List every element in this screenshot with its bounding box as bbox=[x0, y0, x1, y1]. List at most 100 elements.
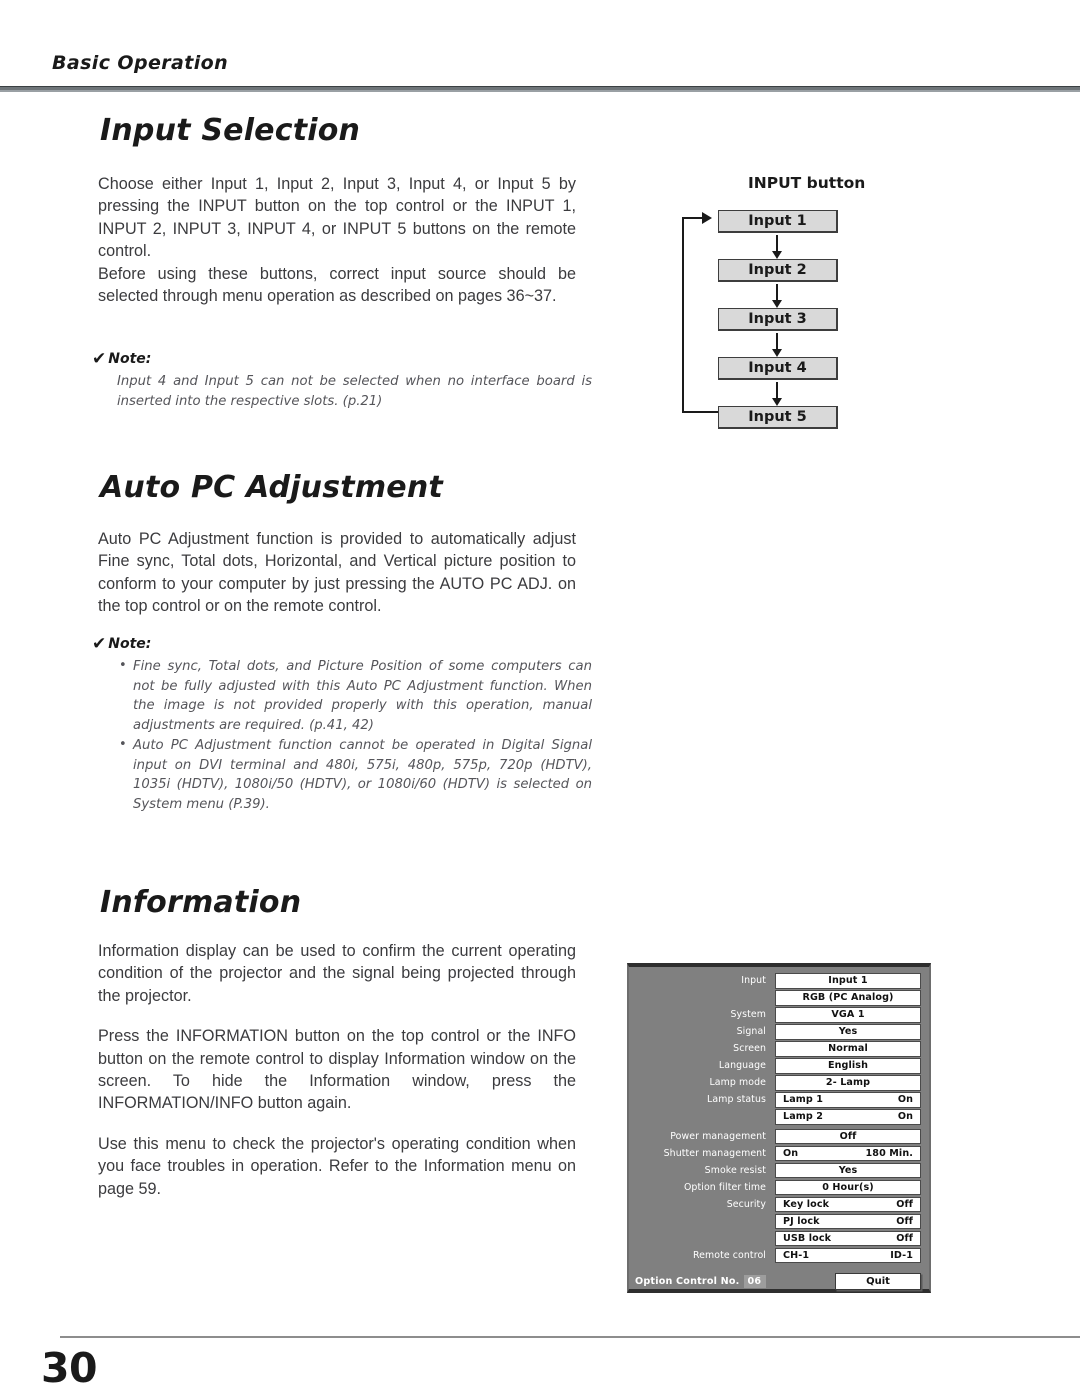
note-text: Input 4 and Input 5 can not be selected … bbox=[117, 374, 592, 409]
option-control-label: Option Control No. bbox=[635, 1275, 740, 1287]
paragraph: Press the INFORMATION button on the top … bbox=[98, 1027, 576, 1113]
info-row: Lamp 2 On bbox=[635, 1109, 921, 1125]
paragraph: Use this menu to check the projector's o… bbox=[98, 1134, 576, 1198]
note-label: Note: bbox=[108, 351, 152, 367]
info-row-label: Lamp status bbox=[707, 1094, 766, 1106]
info-row: USB lock Off bbox=[635, 1230, 921, 1246]
info-row-value: Lamp 2 On bbox=[775, 1109, 921, 1125]
page-number: 30 bbox=[41, 1344, 98, 1392]
info-row-label: Input bbox=[741, 975, 766, 987]
info-value-right: On bbox=[897, 1111, 913, 1123]
flow-arrow-3-to-4 bbox=[771, 333, 784, 357]
note-bullet-item: Fine sync, Total dots, and Picture Posit… bbox=[117, 656, 592, 735]
note-input-selection: ✔ Note: Input 4 and Input 5 can not be se… bbox=[92, 348, 592, 411]
running-head: Basic Operation bbox=[52, 52, 229, 74]
section-heading-information: Information bbox=[100, 885, 302, 920]
info-row: Remote control CH-1 ID-1 bbox=[635, 1247, 921, 1263]
info-row-label: Language bbox=[718, 1060, 766, 1072]
info-row-label: Screen bbox=[733, 1043, 766, 1055]
info-row-value: 2- Lamp bbox=[775, 1075, 921, 1091]
flow-box-input-4: Input 4 bbox=[718, 357, 838, 380]
info-row-value: Key lock Off bbox=[775, 1196, 921, 1212]
section-heading-auto-pc-adjustment: Auto PC Adjustment bbox=[100, 470, 443, 505]
info-row: Lamp status Lamp 1 On bbox=[635, 1092, 921, 1108]
note-title: ✔ Note: bbox=[92, 633, 592, 654]
input-button-flow-diagram: INPUT button Input 1 Input 2 Input 3 Inp… bbox=[682, 174, 980, 434]
info-row-label: Shutter management bbox=[663, 1147, 766, 1159]
auto-pc-adjustment-body: Auto PC Adjustment function is provided … bbox=[98, 528, 576, 618]
info-row-value: 0 Hour(s) bbox=[775, 1179, 921, 1195]
info-value-left: CH-1 bbox=[783, 1249, 810, 1261]
info-row-label: Option filter time bbox=[683, 1181, 766, 1193]
information-footer: Option Control No. 06 Quit bbox=[635, 1272, 921, 1290]
paragraph: Information display can be used to confi… bbox=[98, 942, 576, 1005]
loop-arrow-to-input1 bbox=[682, 211, 712, 225]
info-row-label: Lamp mode bbox=[709, 1077, 766, 1089]
loop-line-bottom bbox=[682, 411, 720, 414]
info-row-label: Signal bbox=[736, 1026, 766, 1038]
info-row-value: Input 1 bbox=[775, 973, 921, 989]
option-control-number: Option Control No. 06 bbox=[635, 1274, 767, 1288]
checkmark-icon: ✔ bbox=[92, 634, 107, 654]
note-bullet-item: Auto PC Adjustment function cannot be op… bbox=[117, 735, 592, 814]
info-value-right: Off bbox=[896, 1215, 913, 1227]
info-row-label: Security bbox=[726, 1198, 766, 1210]
flow-arrow-2-to-3 bbox=[771, 284, 784, 308]
info-value-right: 180 Min. bbox=[865, 1147, 913, 1159]
note-auto-pc-adjustment: ✔Note: Fine sync, Total dots, and Pictur… bbox=[92, 633, 592, 815]
info-row: RGB (PC Analog) bbox=[635, 990, 921, 1006]
info-value-right: Off bbox=[896, 1232, 913, 1244]
flow-box-input-2: Input 2 bbox=[718, 259, 838, 282]
info-row-value: Yes bbox=[775, 1162, 921, 1178]
flow-box-input-3: Input 3 bbox=[718, 308, 838, 331]
checkmark-icon: ✔ bbox=[92, 349, 107, 369]
input-selection-body: Choose either Input 1, Input 2, Input 3,… bbox=[98, 173, 576, 307]
info-row: Security Key lock Off bbox=[635, 1196, 921, 1212]
information-osd-panel: Input Input 1 RGB (PC Analog) System VGA 1 Si… bbox=[627, 963, 931, 1293]
paragraph: Before using these buttons, correct inpu… bbox=[98, 264, 576, 306]
info-row-value: Off bbox=[775, 1128, 921, 1144]
note-title: ✔ Note: bbox=[92, 348, 592, 369]
info-row: PJ lock Off bbox=[635, 1213, 921, 1229]
info-row-label: System bbox=[730, 1009, 766, 1021]
info-value-right: ID-1 bbox=[890, 1249, 913, 1261]
paragraph: Choose either Input 1, Input 2, Input 3,… bbox=[98, 175, 576, 261]
footer-rule bbox=[60, 1336, 1080, 1338]
info-value-left: Key lock bbox=[783, 1198, 830, 1210]
info-row: Signal Yes bbox=[635, 1024, 921, 1040]
quit-button[interactable]: Quit bbox=[835, 1272, 921, 1290]
info-row-value: PJ lock Off bbox=[775, 1213, 921, 1229]
info-row-value: RGB (PC Analog) bbox=[775, 990, 921, 1006]
info-value-left: USB lock bbox=[783, 1232, 832, 1244]
info-row-value: CH-1 ID-1 bbox=[775, 1247, 921, 1263]
info-row-label: Power management bbox=[670, 1130, 766, 1142]
info-row: Lamp mode 2- Lamp bbox=[635, 1075, 921, 1091]
info-value-left: PJ lock bbox=[783, 1215, 820, 1227]
flow-box-input-5: Input 5 bbox=[718, 406, 838, 429]
flow-box-input-1: Input 1 bbox=[718, 210, 838, 233]
flow-arrow-1-to-2 bbox=[771, 235, 784, 259]
info-row-value: On 180 Min. bbox=[775, 1145, 921, 1161]
info-row-value: Yes bbox=[775, 1024, 921, 1040]
info-value-left: Lamp 1 bbox=[783, 1094, 824, 1106]
paragraph: Auto PC Adjustment function is provided … bbox=[98, 530, 576, 616]
info-value-right: On bbox=[897, 1094, 913, 1106]
info-row: Option filter time 0 Hour(s) bbox=[635, 1179, 921, 1195]
info-row-label: Smoke resist bbox=[704, 1164, 766, 1176]
flow-arrow-4-to-5 bbox=[771, 382, 784, 406]
info-row: Smoke resist Yes bbox=[635, 1162, 921, 1178]
section-heading-input-selection: Input Selection bbox=[100, 113, 361, 148]
option-control-value: 06 bbox=[743, 1274, 767, 1288]
information-body: Information display can be used to confi… bbox=[98, 940, 576, 1200]
info-value-right: Off bbox=[896, 1198, 913, 1210]
information-rows: Input Input 1 RGB (PC Analog) System VGA 1 Si… bbox=[635, 973, 921, 1263]
diagram-title: INPUT button bbox=[748, 174, 866, 192]
info-row: Input Input 1 bbox=[635, 973, 921, 989]
loop-line-vertical bbox=[682, 217, 685, 413]
info-value-left: Lamp 2 bbox=[783, 1111, 824, 1123]
header-rule-secondary bbox=[0, 90, 1080, 92]
info-row-value: English bbox=[775, 1058, 921, 1074]
info-row: Language English bbox=[635, 1058, 921, 1074]
info-row: Shutter management On 180 Min. bbox=[635, 1145, 921, 1161]
note-bullet-list: Fine sync, Total dots, and Picture Posit… bbox=[117, 656, 592, 814]
